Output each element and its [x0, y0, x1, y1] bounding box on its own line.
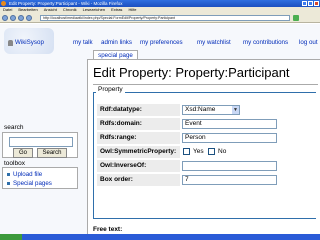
reload-icon[interactable] — [18, 15, 24, 21]
symmetric-no-label: No — [218, 148, 227, 155]
inverse-label: Owl:InverseOf: — [97, 160, 180, 172]
go-arrow-icon[interactable] — [293, 15, 299, 21]
start-button[interactable] — [0, 234, 22, 240]
toolbox-item-special-pages[interactable]: Special pages — [7, 180, 52, 187]
range-label: Rdfs:range: — [97, 132, 180, 144]
back-icon[interactable] — [2, 15, 8, 21]
symmetric-no-checkbox[interactable] — [208, 148, 215, 155]
forward-icon[interactable] — [10, 15, 16, 21]
watchlist-link[interactable]: my watchlist — [197, 38, 231, 48]
box-order-label: Box order: — [97, 174, 180, 186]
datatype-value: Xsd:Name — [185, 106, 216, 113]
property-fieldset: Rdf:datatype: Xsd:Name ▼ Rdfs:domain: Ev… — [93, 92, 316, 219]
user-link[interactable]: WikiSysop — [15, 38, 44, 48]
chevron-down-icon[interactable]: ▼ — [232, 106, 239, 114]
search-button[interactable]: Search — [37, 148, 67, 158]
address-bar[interactable]: http://localhost/mediawiki/index.php/Spe… — [40, 15, 290, 21]
window-title: Edit Property: Property:Participant - Wi… — [9, 1, 123, 6]
free-text-label: Free text: — [93, 226, 123, 233]
datatype-select[interactable]: Xsd:Name ▼ — [182, 105, 240, 115]
taskbar — [0, 234, 320, 240]
user-icon — [8, 40, 13, 46]
firefox-icon — [1, 1, 6, 6]
search-title: search — [4, 124, 24, 131]
personal-links: WikiSysop my talk admin links my prefere… — [0, 38, 320, 48]
go-button[interactable]: Go — [13, 148, 33, 158]
minimize-icon[interactable] — [302, 1, 307, 6]
title-divider — [93, 84, 318, 85]
title-bar: Edit Property: Property:Participant - Wi… — [0, 0, 320, 7]
bullet-icon — [7, 181, 10, 185]
fieldset-legend: Property — [96, 86, 125, 93]
navigation-toolbar: http://localhost/mediawiki/index.php/Spe… — [0, 13, 320, 23]
range-input[interactable]: Person — [182, 133, 277, 143]
search-box: Go Search — [2, 132, 78, 158]
symmetric-yes-checkbox[interactable] — [183, 148, 190, 155]
browser-window: Edit Property: Property:Participant - Wi… — [0, 0, 320, 240]
wiki-page: WikiSysop my talk admin links my prefere… — [0, 24, 320, 240]
toolbox-title: toolbox — [4, 160, 25, 167]
toolbox-item-upload[interactable]: Upload file — [7, 171, 42, 178]
symmetric-yes-label: Yes — [193, 148, 204, 155]
content-area: Edit Property: Property:Participant Rdf:… — [87, 59, 320, 240]
page-title: Edit Property: Property:Participant — [93, 65, 290, 80]
logout-link[interactable]: log out — [299, 38, 318, 48]
maximize-icon[interactable] — [308, 1, 313, 6]
domain-label: Rdfs:domain: — [97, 118, 180, 130]
domain-input[interactable]: Event — [182, 119, 277, 129]
my-talk-link[interactable]: my talk — [73, 38, 93, 48]
contributions-link[interactable]: my contributions — [243, 38, 288, 48]
admin-links-link[interactable]: admin links — [101, 38, 132, 48]
symmetric-label: Owl:SymmetricProperty: — [97, 146, 180, 158]
toolbox-box: Upload file Special pages — [2, 167, 78, 189]
box-order-input[interactable]: 7 — [182, 175, 277, 185]
bullet-icon — [7, 172, 10, 176]
inverse-input[interactable] — [182, 161, 277, 171]
search-input[interactable] — [9, 137, 73, 147]
preferences-link[interactable]: my preferences — [140, 38, 183, 48]
home-icon[interactable] — [26, 15, 32, 21]
datatype-label: Rdf:datatype: — [97, 104, 180, 116]
close-icon[interactable] — [314, 1, 319, 6]
